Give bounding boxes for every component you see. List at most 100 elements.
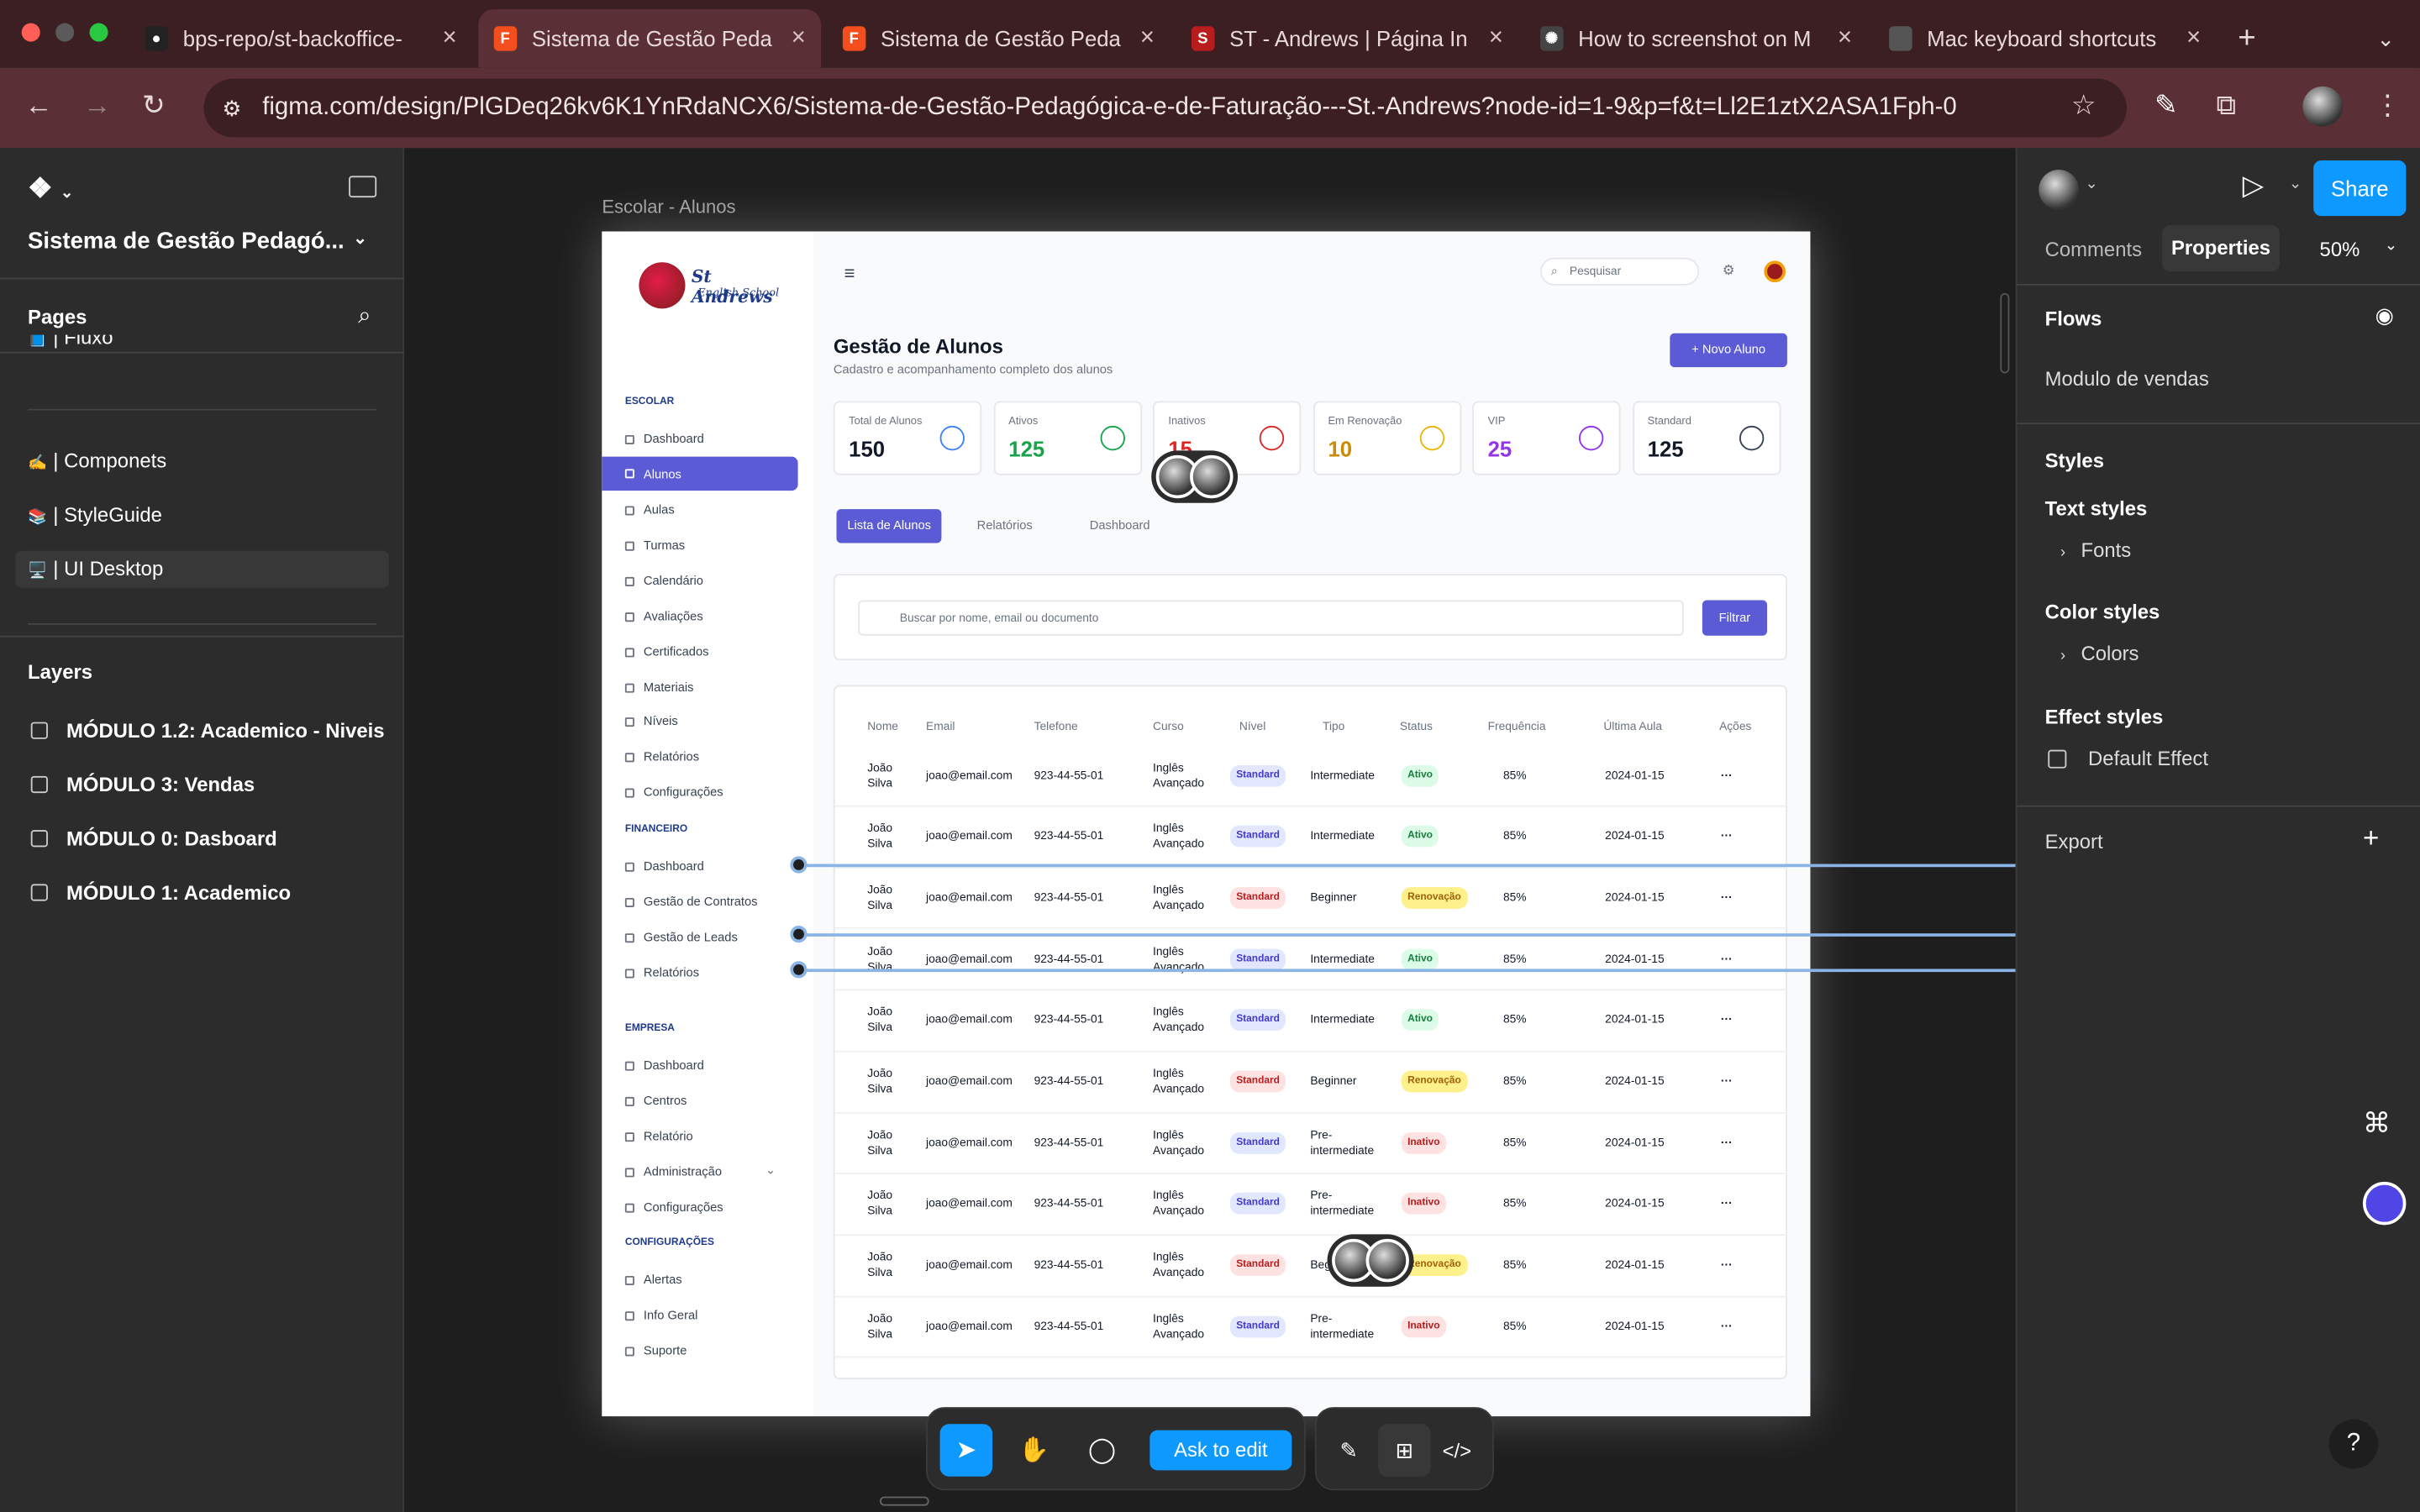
table-row[interactable]: João Silva joao@email.com 923-44-55-01 Ingl… (834, 745, 1787, 807)
hand-tool-icon[interactable]: ✋ (1007, 1424, 1060, 1476)
row-actions-more-icon[interactable]: ··· (1721, 1196, 1733, 1211)
sidebar-item-configura-es[interactable]: Configurações (624, 785, 723, 799)
sidebar-item-n-veis[interactable]: Níveis (624, 714, 678, 728)
extensions-icon[interactable]: ⧉ (2217, 90, 2237, 123)
site-settings-icon[interactable]: ⚙ (222, 79, 241, 138)
sidebar-item-suporte[interactable]: Suporte (624, 1344, 687, 1357)
row-actions-more-icon[interactable]: ··· (1721, 1257, 1733, 1273)
flow-connector-handle[interactable] (790, 961, 808, 979)
row-actions-more-icon[interactable]: ··· (1721, 1135, 1733, 1150)
back-arrow-icon[interactable]: ← (24, 90, 52, 123)
sidebar-item-administra-o[interactable]: Administração (624, 1165, 722, 1179)
sidebar-item-aulas[interactable]: Aulas (624, 503, 675, 517)
browser-tab[interactable]: Mac keyboard shortcuts × (1874, 9, 2217, 68)
sidebar-item-alunos[interactable]: Alunos (602, 456, 798, 491)
page-item[interactable]: 📚 | StyleGuide (15, 496, 388, 533)
sidebar-item-alertas[interactable]: Alertas (624, 1273, 682, 1287)
row-actions-more-icon[interactable]: ··· (1721, 951, 1733, 966)
sidebar-item-dashboard[interactable]: Dashboard (624, 432, 704, 446)
sidebar-item-configura-es[interactable]: Configurações (624, 1200, 723, 1214)
table-row[interactable]: João Silva joao@email.com 923-44-55-01 Ingl… (834, 1174, 1787, 1236)
chevron-down-icon[interactable]: ⌄ (765, 1163, 776, 1178)
table-row[interactable]: João Silva joao@email.com 923-44-55-01 Ingl… (834, 1052, 1787, 1114)
draw-mode-icon[interactable]: ✎ (1323, 1424, 1375, 1476)
canvas-scrollbar[interactable] (879, 1496, 929, 1506)
user-avatar[interactable] (1764, 260, 1786, 283)
sidebar-item-avalia-es[interactable]: Avaliações (624, 609, 703, 623)
profile-avatar[interactable] (2302, 86, 2344, 127)
tab-close-icon[interactable]: × (2186, 24, 2201, 52)
table-row[interactable]: João Silva joao@email.com 923-44-55-01 Ingl… (834, 1235, 1787, 1297)
file-name[interactable]: Sistema de Gestão Pedagó... ⌄ (28, 228, 367, 255)
flow-connector-handle[interactable] (790, 926, 808, 943)
browser-tab[interactable]: F Sistema de Gestão Peda × (478, 9, 822, 68)
chevron-down-icon[interactable]: ⌄ (2385, 238, 2397, 255)
row-actions-more-icon[interactable]: ··· (1721, 1319, 1733, 1334)
sidebar-item-gest-o-de-contratos[interactable]: Gestão de Contratos (624, 895, 758, 909)
maximize-window-button[interactable] (89, 23, 108, 42)
shortcuts-icon[interactable]: ⌘ (2363, 1108, 2406, 1151)
sidebar-item-dashboard[interactable]: Dashboard (624, 1058, 704, 1073)
close-window-button[interactable] (21, 23, 40, 42)
table-row[interactable]: João Silva joao@email.com 923-44-55-01 Ingl… (834, 1113, 1787, 1175)
browser-tab[interactable]: ● bps-repo/st-backoffice- × (129, 9, 472, 68)
add-export-plus-icon[interactable]: + (2363, 822, 2379, 855)
sidebar-item-relat-rio[interactable]: Relatório (624, 1129, 693, 1143)
design-frame-alunos[interactable]: St Andrews English School ESCOLAR Dashbo… (602, 231, 1811, 1417)
ai-assistant-icon[interactable] (2362, 1181, 2407, 1226)
tab-close-icon[interactable]: × (443, 24, 457, 52)
collaborator-avatars[interactable] (1151, 450, 1239, 503)
browser-tab[interactable]: ✺ How to screenshot on M × (1525, 9, 1868, 68)
sidebar-item-relat-rios[interactable]: Relatórios (624, 750, 699, 764)
settings-gear-icon[interactable]: ⚙ (1723, 262, 1735, 279)
tab-close-icon[interactable]: × (1838, 24, 1852, 52)
layer-item[interactable]: MÓDULO 0: Dasboard (30, 827, 277, 850)
layer-item[interactable]: MÓDULO 1.2: Academico - Niveis (30, 719, 385, 742)
default-effect-style[interactable]: Default Effect (2048, 747, 2208, 770)
bookmark-star-icon[interactable]: ☆ (2071, 90, 2096, 123)
tab-relat-rios[interactable]: Relatórios (966, 509, 1044, 543)
page-item[interactable]: ✍️ | Componets (15, 443, 388, 480)
table-row[interactable]: João Silva joao@email.com 923-44-55-01 Ingl… (834, 990, 1787, 1053)
page-item[interactable]: 📘 | Fluxo (15, 335, 388, 357)
filtrar-button[interactable]: Filtrar (1702, 600, 1768, 636)
search-pages-icon[interactable]: ⌕ (358, 302, 371, 328)
canvas-vertical-scrollbar[interactable] (2000, 292, 2010, 374)
present-play-icon[interactable]: ▷ (2243, 170, 2264, 202)
page-item[interactable]: 🖥️ | UI Desktop (15, 550, 389, 588)
chevron-down-icon[interactable]: ⌄ (2085, 176, 2097, 192)
minimize-window-button[interactable] (55, 23, 75, 42)
tab-lista-de-alunos[interactable]: Lista de Alunos (836, 509, 942, 543)
sidebar-item-certificados[interactable]: Certificados (624, 645, 709, 659)
new-tab-button[interactable]: + (2223, 9, 2271, 68)
collaborator-avatars[interactable] (1327, 1234, 1414, 1287)
sidebar-item-relat-rios[interactable]: Relatórios (624, 966, 699, 979)
help-icon[interactable]: ? (2328, 1419, 2379, 1469)
fonts-style-group[interactable]: › Fonts (2060, 538, 2131, 562)
browser-tab[interactable]: F Sistema de Gestão Peda × (827, 9, 1170, 68)
tab-close-icon[interactable]: × (792, 24, 806, 52)
sidebar-item-info-geral[interactable]: Info Geral (624, 1309, 697, 1322)
comment-tool-icon[interactable]: ◯ (1076, 1424, 1128, 1476)
sidebar-item-turmas[interactable]: Turmas (624, 538, 685, 553)
table-row[interactable]: João Silva joao@email.com 923-44-55-01 Ingl… (834, 1296, 1787, 1358)
row-actions-more-icon[interactable]: ··· (1721, 890, 1733, 906)
sidebar-item-materiais[interactable]: Materiais (624, 680, 694, 695)
layer-item[interactable]: MÓDULO 1: Academico (30, 881, 291, 904)
current-user-avatar[interactable] (2039, 170, 2080, 210)
colors-style-group[interactable]: › Colors (2060, 642, 2139, 665)
tab-properties[interactable]: Properties (2162, 225, 2280, 272)
move-tool-icon[interactable]: ➤ (939, 1424, 992, 1477)
app-search-input[interactable]: ⌕ Pesquisar (1540, 257, 1700, 286)
sidebar-item-calend-rio[interactable]: Calendário (624, 574, 703, 588)
row-actions-more-icon[interactable]: ··· (1721, 1074, 1733, 1089)
novo-aluno-button[interactable]: + Novo Aluno (1670, 333, 1787, 368)
row-actions-more-icon[interactable]: ··· (1721, 829, 1733, 844)
tab-close-icon[interactable]: × (1489, 24, 1503, 52)
eye-icon[interactable]: ◉ (2375, 302, 2394, 328)
share-button[interactable]: Share (2313, 160, 2407, 217)
tab-comments[interactable]: Comments (2045, 238, 2142, 261)
zoom-level[interactable]: 50% (2320, 238, 2360, 261)
reload-icon[interactable]: ↻ (142, 90, 166, 123)
sidebar-toggle-icon[interactable] (349, 176, 377, 198)
